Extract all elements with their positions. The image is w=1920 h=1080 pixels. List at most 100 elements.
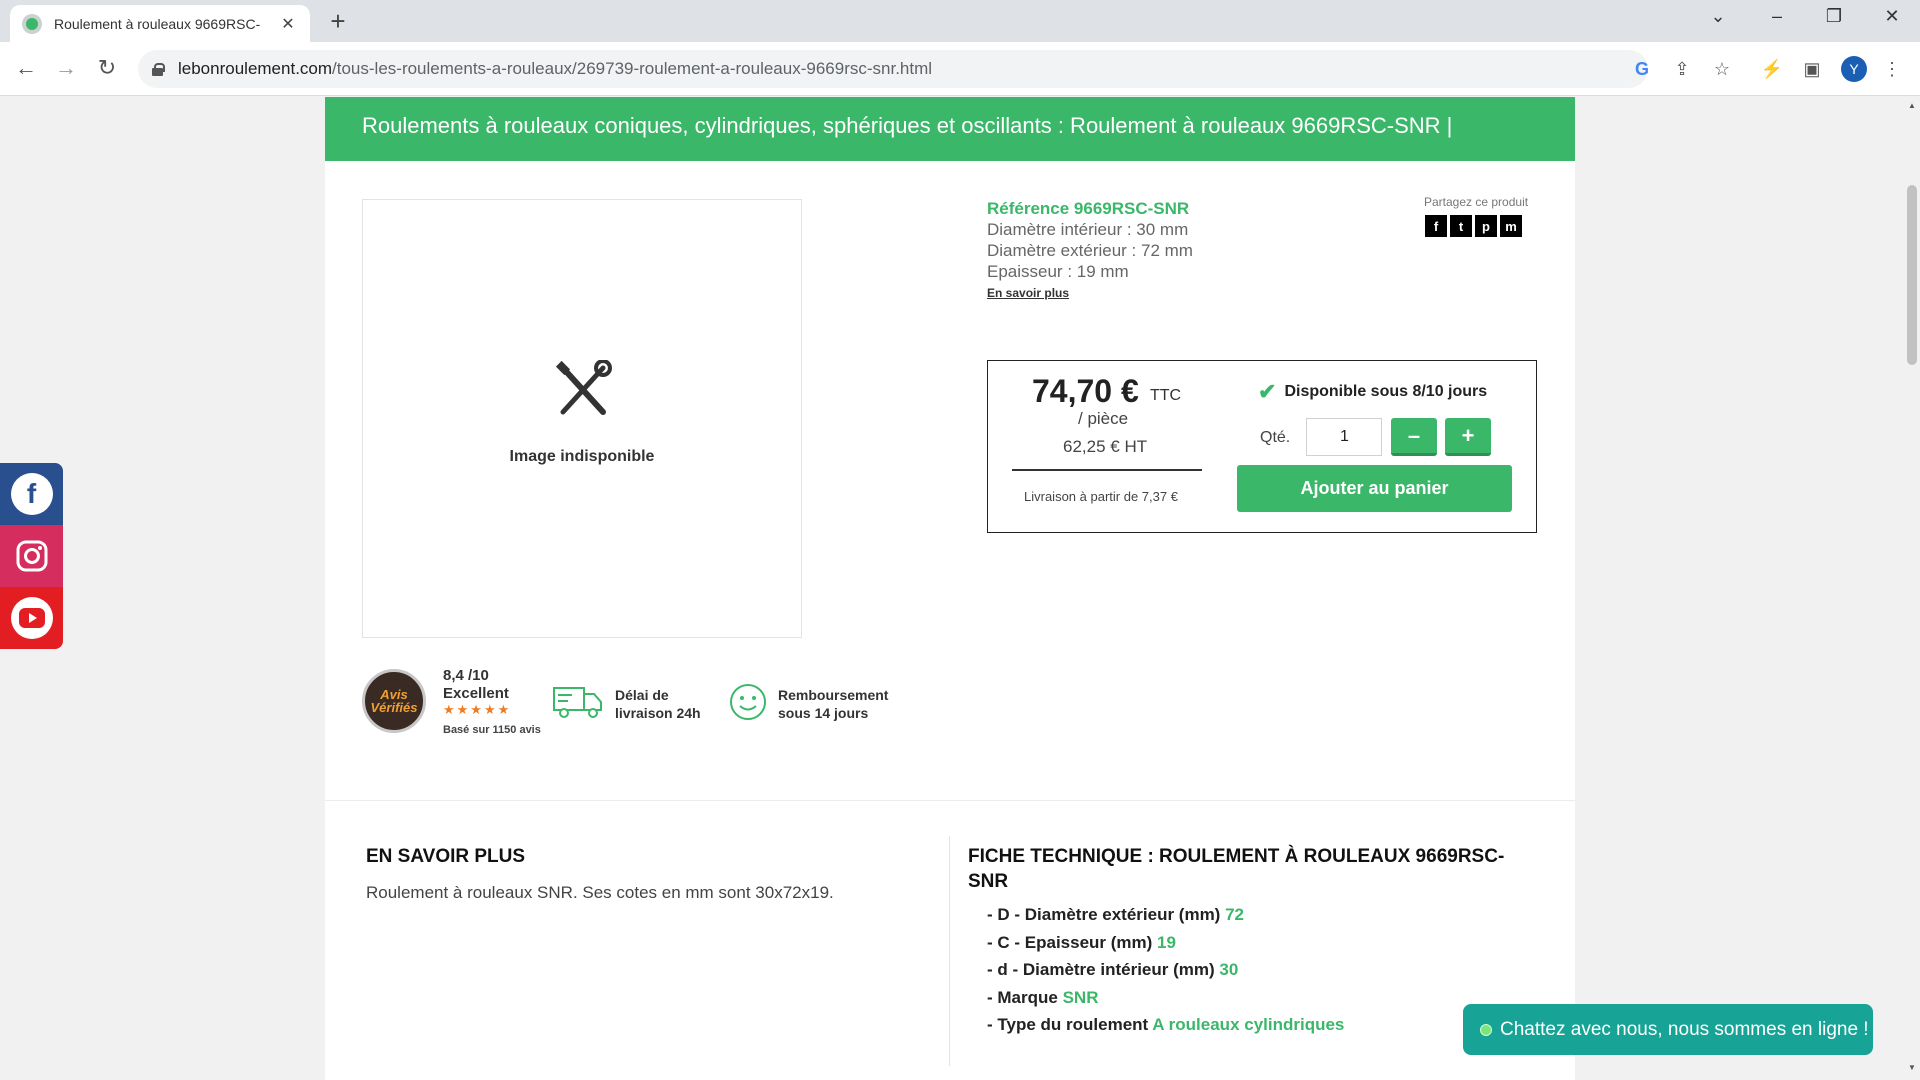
scroll-up-icon[interactable]: ▲ [1908, 101, 1916, 110]
instagram-link[interactable] [0, 525, 63, 587]
url-domain: lebonroulement.com [178, 59, 333, 78]
reload-icon[interactable]: ↻ [93, 56, 121, 80]
truck-icon [553, 687, 602, 718]
new-tab-button[interactable]: + [324, 8, 352, 34]
forward-icon[interactable]: → [52, 56, 80, 80]
review-score: 8,4 /10 [443, 667, 489, 684]
review-stars: ★★★★★ [443, 702, 512, 717]
address-bar[interactable]: lebonroulement.com/tous-les-roulements-a… [138, 50, 1648, 88]
menu-icon[interactable]: ⋮ [1880, 58, 1904, 80]
tech-sheet-title-line2: SNR [968, 871, 1009, 892]
image-unavailable-label: Image indisponible [509, 448, 655, 465]
restore-icon[interactable]: ❐ [1819, 6, 1849, 27]
spec-value: 30 [1219, 960, 1239, 979]
social-sidebar: f [0, 463, 63, 649]
spec-item: - Marque SNR [987, 988, 1344, 1016]
spec-value[interactable]: SNR [1063, 988, 1099, 1007]
spec-label: - Marque [987, 987, 1058, 1007]
refund-line1: Remboursement [778, 687, 889, 703]
facebook-icon: f [10, 473, 53, 515]
scroll-down-icon[interactable]: ▼ [1908, 1063, 1916, 1072]
email-share-icon[interactable]: m [1500, 215, 1522, 237]
lock-icon[interactable] [152, 62, 165, 76]
instagram-icon [16, 540, 47, 572]
share-icons: f t p m [1425, 215, 1522, 237]
tech-sheet-title: FICHE TECHNIQUE : ROULEMENT À ROULEAUX 9… [968, 844, 1504, 894]
add-to-cart-button[interactable]: Ajouter au panier [1237, 465, 1512, 512]
outer-diameter: Diamètre extérieur : 72 mm [987, 241, 1193, 260]
verified-reviews-badge[interactable]: Avis Vérifiés [362, 669, 426, 733]
category-banner: Roulements à rouleaux coniques, cylindri… [325, 97, 1575, 161]
delivery-delay: Délai de livraison 24h [615, 686, 701, 722]
tab-search-icon[interactable]: ⌄ [1703, 6, 1733, 27]
star-icon[interactable]: ☆ [1710, 58, 1734, 80]
check-icon: ✔ [1258, 379, 1277, 404]
product-image[interactable]: Image indisponible [362, 199, 802, 638]
tab-close-icon[interactable]: ✕ [278, 14, 298, 34]
price-unit: / pièce [1078, 409, 1129, 428]
site-favicon-icon [22, 13, 42, 34]
delivery-price: Livraison à partir de 7,37 € [1024, 489, 1178, 504]
spec-label: - d - Diamètre intérieur (mm) [987, 960, 1215, 979]
share-label: Partagez ce produit [1424, 195, 1529, 209]
spec-item: - C - Epaisseur (mm) 19 [987, 933, 1344, 961]
price-box: 74,70 € TTC / pièce 62,25 € HT Livraison… [987, 360, 1537, 533]
url-path: /tous-les-roulements-a-rouleaux/269739-r… [332, 59, 933, 78]
product-section: Image indisponible Référence 9669RSC-SNR… [325, 161, 1575, 1080]
verified-reviews-logo-text: Avis Vérifiés [370, 687, 418, 715]
scrollbar-thumb[interactable] [1907, 185, 1917, 365]
youtube-link[interactable] [0, 587, 63, 649]
online-status-icon [1480, 1023, 1492, 1036]
minimize-icon[interactable]: – [1762, 6, 1792, 27]
learn-more-title: EN SAVOIR PLUS [366, 846, 526, 867]
extension-icon[interactable]: ⚡ [1760, 58, 1784, 80]
quantity-input[interactable] [1306, 418, 1382, 456]
refund-line2: sous 14 jours [778, 705, 869, 721]
spec-value: 72 [1225, 905, 1244, 924]
spec-label: - Type du roulement [987, 1015, 1149, 1034]
decrease-quantity-button[interactable]: – [1391, 418, 1437, 456]
profile-avatar[interactable]: Y [1841, 56, 1867, 82]
live-chat-button[interactable]: Chattez avec nous, nous sommes en ligne … [1463, 1004, 1873, 1055]
tab-strip: Roulement à rouleaux 9669RSC- ✕ + ⌄ – ❐ … [0, 0, 1920, 42]
tab-title: Roulement à rouleaux 9669RSC- [54, 15, 261, 32]
tools-icon [555, 360, 612, 415]
google-icon[interactable]: G [1630, 58, 1654, 80]
tech-sheet-title-line1: FICHE TECHNIQUE : ROULEMENT À ROULEAUX 9… [968, 846, 1505, 867]
spec-item: - d - Diamètre intérieur (mm) 30 [987, 960, 1344, 988]
pinterest-share-icon[interactable]: p [1475, 215, 1497, 237]
spec-item: - D - Diamètre extérieur (mm) 72 [987, 905, 1344, 933]
page-viewport: Roulements à rouleaux coniques, cylindri… [0, 97, 1904, 1080]
back-icon[interactable]: ← [12, 56, 40, 80]
ttc-label: TTC [1150, 387, 1182, 404]
section-divider [325, 800, 1575, 801]
increase-quantity-button[interactable]: + [1445, 418, 1491, 456]
availability: ✔ Disponible sous 8/10 jours [1258, 379, 1487, 405]
url-text[interactable]: lebonroulement.com/tous-les-roulements-a… [178, 59, 932, 79]
close-icon[interactable]: ✕ [1877, 6, 1907, 27]
product-reference: Référence 9669RSC-SNR [987, 199, 1190, 218]
quantity-label: Qté. [1260, 429, 1291, 446]
share-icon[interactable]: ⇪ [1670, 58, 1694, 80]
facebook-link[interactable]: f [0, 463, 63, 525]
availability-text: Disponible sous 8/10 jours [1284, 383, 1488, 400]
chat-text: Chattez avec nous, nous sommes en ligne … [1500, 1018, 1869, 1040]
price-divider [1012, 469, 1202, 471]
smile-icon [730, 684, 766, 720]
browser-toolbar: ← → ↻ lebonroulement.com/tous-les-roulem… [0, 42, 1920, 96]
delivery-delay-line1: Délai de [615, 687, 669, 703]
review-count: Basé sur 1150 avis [443, 724, 541, 736]
twitter-share-icon[interactable]: t [1450, 215, 1472, 237]
browser-tab[interactable]: Roulement à rouleaux 9669RSC- ✕ [10, 5, 310, 42]
learn-more-text: Roulement à rouleaux SNR. Ses cotes en m… [366, 883, 834, 902]
facebook-share-icon[interactable]: f [1425, 215, 1447, 237]
youtube-icon [10, 597, 53, 639]
tech-specs-list: - D - Diamètre extérieur (mm) 72 - C - E… [987, 905, 1344, 1043]
spec-value[interactable]: A rouleaux cylindriques [1152, 1015, 1344, 1034]
spec-item: - Type du roulement A rouleaux cylindriq… [987, 1015, 1344, 1043]
review-rating-label: Excellent [443, 685, 509, 702]
side-panel-icon[interactable]: ▣ [1800, 58, 1824, 80]
inner-diameter: Diamètre intérieur : 30 mm [987, 220, 1189, 239]
page-scrollbar[interactable]: ▲ ▼ [1904, 97, 1920, 1080]
learn-more-link[interactable]: En savoir plus [987, 286, 1069, 300]
